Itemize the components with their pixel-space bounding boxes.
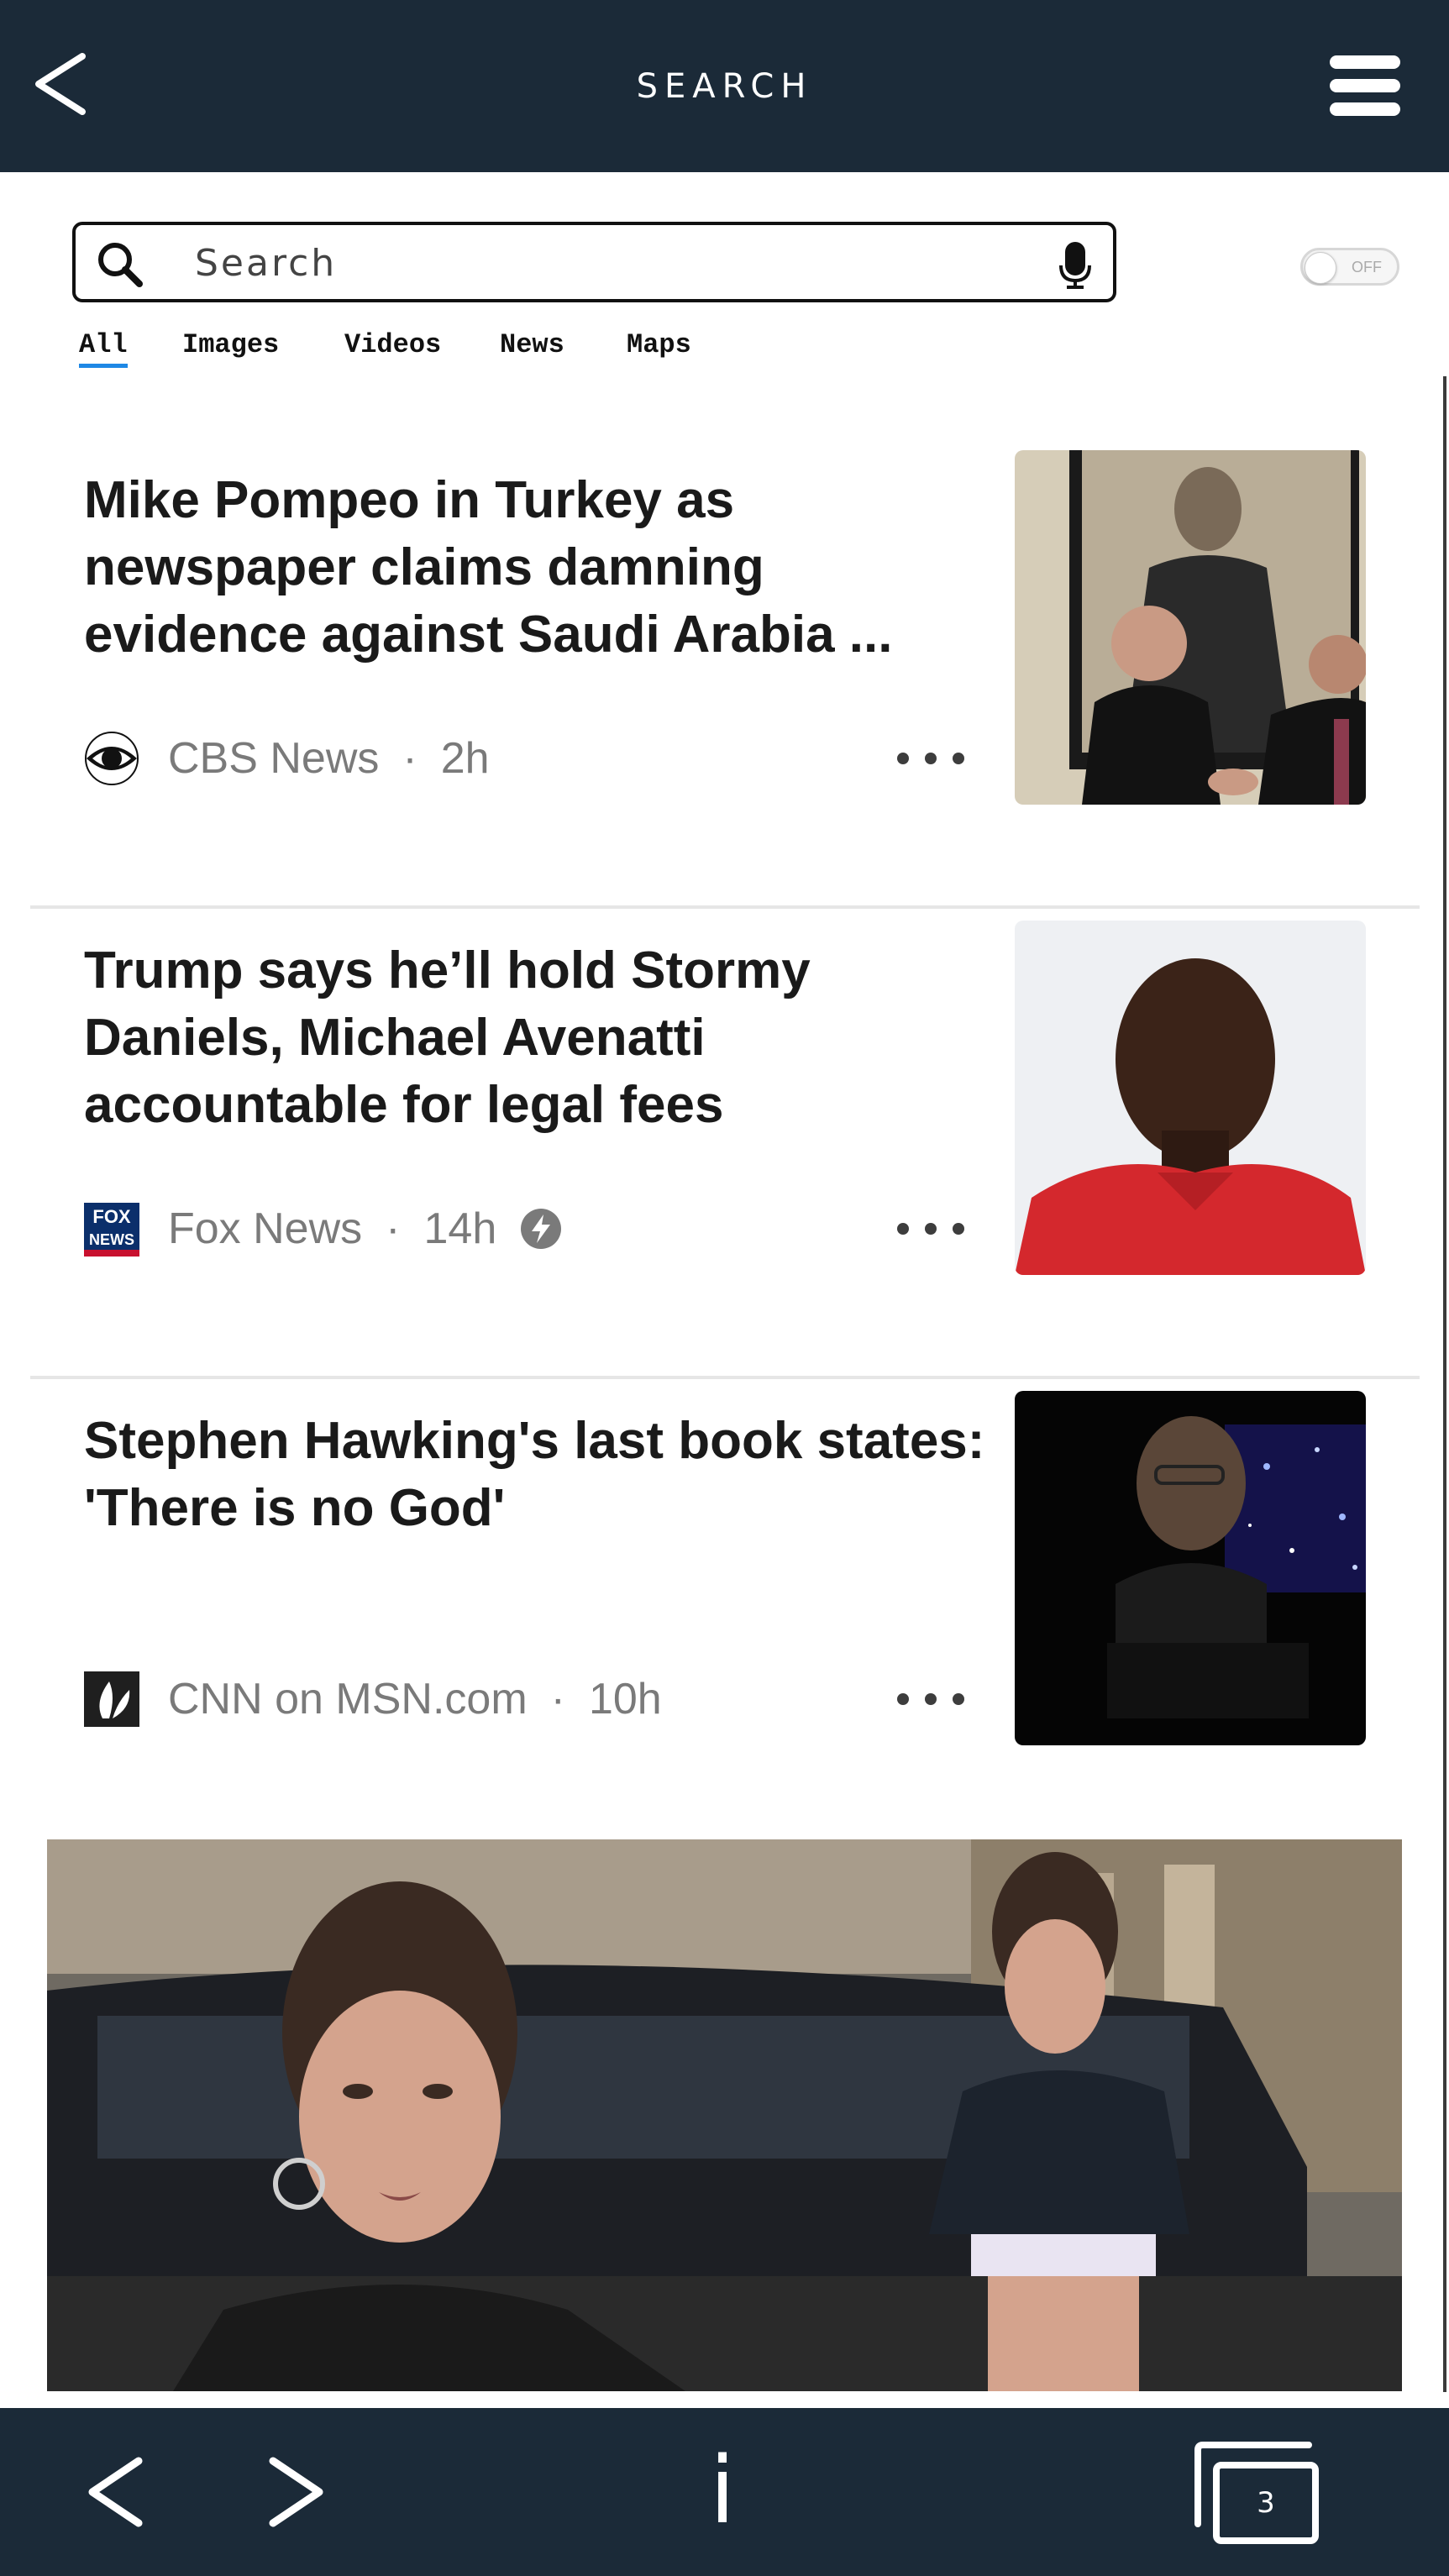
tab-news[interactable]: News [500,329,564,360]
tab-videos[interactable]: Videos [344,329,441,360]
article-headline[interactable]: Stephen Hawking's last book states: 'The… [84,1408,991,1542]
hero-image[interactable] [47,1839,1402,2391]
article-headline[interactable]: Trump says he’ll hold Stormy Daniels, Mi… [84,937,991,1139]
more-options-icon[interactable] [897,1678,964,1720]
separator-dot: · [402,734,417,783]
search-icon [98,243,143,287]
toggle-label: OFF [1352,259,1382,275]
more-options-icon[interactable] [897,1208,964,1250]
article-meta: CNN on MSN.com · 10h [84,1670,662,1729]
tab-images[interactable]: Images [182,329,279,360]
more-options-icon[interactable] [897,737,964,779]
search-input[interactable] [193,237,1037,289]
tab-maps[interactable]: Maps [627,329,691,360]
fox-news-logo: FOX NEWS [84,1201,139,1257]
source-name: CBS News [168,734,380,783]
article-thumbnail[interactable] [1015,1391,1366,1745]
fox-logo-text: FOX [92,1206,131,1227]
toggle-knob [1305,252,1336,284]
info-button[interactable]: i [697,2436,748,2545]
article-time: 10h [588,1675,662,1723]
article-headline[interactable]: Mike Pompeo in Turkey as newspaper claim… [84,467,991,669]
hamburger-menu-icon[interactable] [1327,52,1403,119]
nav-forward-icon[interactable] [256,2453,332,2532]
tab-count: 3 [1257,2486,1275,2520]
cbs-eye-icon [85,732,139,785]
article-time: 14h [423,1204,497,1253]
microphone-icon[interactable] [1058,242,1092,289]
nav-back-icon[interactable] [80,2453,155,2532]
page-title: SEARCH [636,67,813,106]
news-card[interactable]: Trump says he’ll hold Stormy Daniels, Mi… [30,905,1420,1379]
news-logo-text: NEWS [89,1231,134,1248]
separator-dot: · [550,1675,565,1723]
article-time: 2h [440,734,490,783]
msn-butterfly-icon [84,1671,139,1727]
tabs-button[interactable]: 3 [1191,2440,1326,2545]
article-meta: FOX NEWS Fox News · 14h [84,1199,562,1258]
search-bar[interactable] [72,222,1116,302]
top-bar: SEARCH [0,0,1449,172]
tab-all[interactable]: All [79,329,128,368]
news-card[interactable]: Stephen Hawking's last book states: 'The… [30,1376,1420,1846]
separator-dot: · [386,1204,401,1253]
scrollbar[interactable] [1443,376,1446,2392]
news-card[interactable]: Mike Pompeo in Turkey as newspaper claim… [30,435,1420,909]
safe-search-toggle[interactable]: OFF [1300,248,1399,286]
source-name: Fox News [168,1204,363,1253]
source-name: CNN on MSN.com [168,1675,528,1723]
article-thumbnail[interactable] [1015,450,1366,805]
bolt-icon [521,1209,562,1249]
article-meta: CBS News · 2h [84,729,490,788]
article-thumbnail[interactable] [1015,921,1366,1275]
